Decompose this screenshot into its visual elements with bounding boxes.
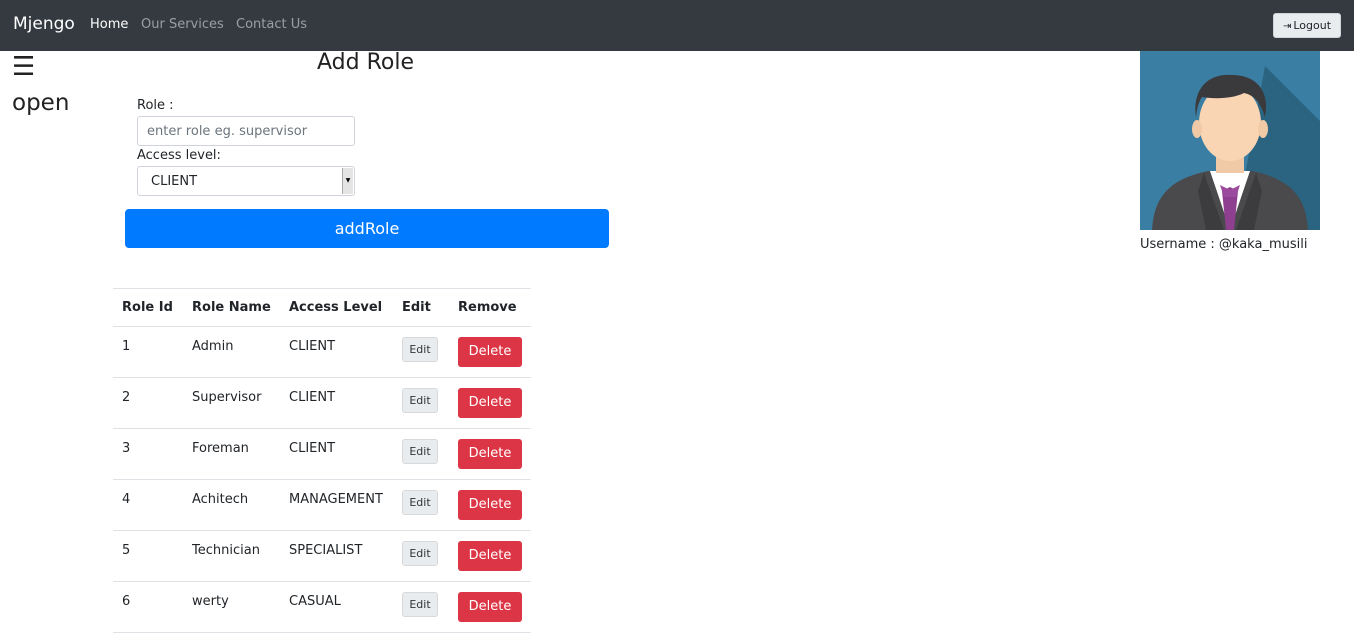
delete-button[interactable]: Delete bbox=[458, 592, 522, 622]
sidebar-open-link[interactable]: open bbox=[12, 90, 69, 116]
table-header-row: Role Id Role Name Access Level Edit Remo… bbox=[113, 288, 531, 327]
table-row: 4 Achitech MANAGEMENT Edit Delete bbox=[113, 479, 531, 531]
role-name-cell: werty bbox=[183, 581, 280, 633]
brand-logo[interactable]: Mjengo bbox=[13, 14, 75, 34]
role-name-cell: Technician bbox=[183, 530, 280, 582]
table-row: 3 Foreman CLIENT Edit Delete bbox=[113, 428, 531, 480]
roles-table: Role Id Role Name Access Level Edit Remo… bbox=[113, 288, 531, 633]
logout-label: Logout bbox=[1293, 19, 1332, 32]
role-input[interactable] bbox=[137, 116, 355, 146]
role-id-cell: 1 bbox=[113, 326, 183, 378]
delete-button[interactable]: Delete bbox=[458, 439, 522, 469]
edit-button[interactable]: Edit bbox=[402, 439, 438, 464]
role-label: Role : bbox=[137, 98, 174, 113]
access-level-cell: CASUAL bbox=[280, 581, 393, 633]
sign-out-icon: ⇥ bbox=[1282, 21, 1292, 32]
access-level-value: CLIENT bbox=[151, 174, 198, 189]
nav-link-home[interactable]: Home bbox=[90, 17, 128, 32]
page-title: Add Role bbox=[317, 50, 414, 75]
delete-button[interactable]: Delete bbox=[458, 490, 522, 520]
role-id-cell: 5 bbox=[113, 530, 183, 582]
access-level-cell: MANAGEMENT bbox=[280, 479, 393, 531]
table-row: 6 werty CASUAL Edit Delete bbox=[113, 581, 531, 633]
edit-button[interactable]: Edit bbox=[402, 490, 438, 515]
edit-button[interactable]: Edit bbox=[402, 337, 438, 362]
access-level-cell: CLIENT bbox=[280, 326, 393, 378]
edit-button[interactable]: Edit bbox=[402, 541, 438, 566]
table-row: 2 Supervisor CLIENT Edit Delete bbox=[113, 377, 531, 429]
delete-button[interactable]: Delete bbox=[458, 541, 522, 571]
role-name-cell: Supervisor bbox=[183, 377, 280, 429]
access-level-cell: CLIENT bbox=[280, 428, 393, 480]
table-row: 1 Admin CLIENT Edit Delete bbox=[113, 326, 531, 378]
access-level-cell: SPECIALIST bbox=[280, 530, 393, 582]
access-level-select[interactable]: CLIENT ▼ bbox=[137, 166, 355, 196]
role-id-cell: 4 bbox=[113, 479, 183, 531]
role-id-cell: 2 bbox=[113, 377, 183, 429]
delete-button[interactable]: Delete bbox=[458, 337, 522, 367]
nav-link-services[interactable]: Our Services bbox=[141, 17, 224, 32]
logout-button[interactable]: ⇥ Logout bbox=[1273, 13, 1341, 38]
column-header-role-id: Role Id bbox=[113, 288, 183, 327]
add-role-button[interactable]: addRole bbox=[125, 209, 609, 248]
access-level-cell: CLIENT bbox=[280, 377, 393, 429]
hamburger-menu-icon[interactable]: ☰ bbox=[12, 52, 35, 82]
role-name-cell: Achitech bbox=[183, 479, 280, 531]
access-level-label: Access level: bbox=[137, 148, 221, 163]
column-header-access-level: Access Level bbox=[280, 288, 393, 327]
top-navbar: Mjengo Home Our Services Contact Us ⇥ Log… bbox=[0, 0, 1354, 51]
table-row: 5 Technician SPECIALIST Edit Delete bbox=[113, 530, 531, 582]
column-header-role-name: Role Name bbox=[183, 288, 280, 327]
role-name-cell: Foreman bbox=[183, 428, 280, 480]
role-id-cell: 3 bbox=[113, 428, 183, 480]
dropdown-arrow-icon[interactable]: ▼ bbox=[342, 168, 353, 194]
delete-button[interactable]: Delete bbox=[458, 388, 522, 418]
column-header-remove: Remove bbox=[449, 288, 531, 327]
username-label: Username : @kaka_musili bbox=[1140, 237, 1308, 252]
edit-button[interactable]: Edit bbox=[402, 592, 438, 617]
column-header-edit: Edit bbox=[393, 288, 449, 327]
nav-link-contact[interactable]: Contact Us bbox=[236, 17, 307, 32]
role-name-cell: Admin bbox=[183, 326, 280, 378]
user-avatar bbox=[1140, 51, 1320, 230]
edit-button[interactable]: Edit bbox=[402, 388, 438, 413]
role-id-cell: 6 bbox=[113, 581, 183, 633]
